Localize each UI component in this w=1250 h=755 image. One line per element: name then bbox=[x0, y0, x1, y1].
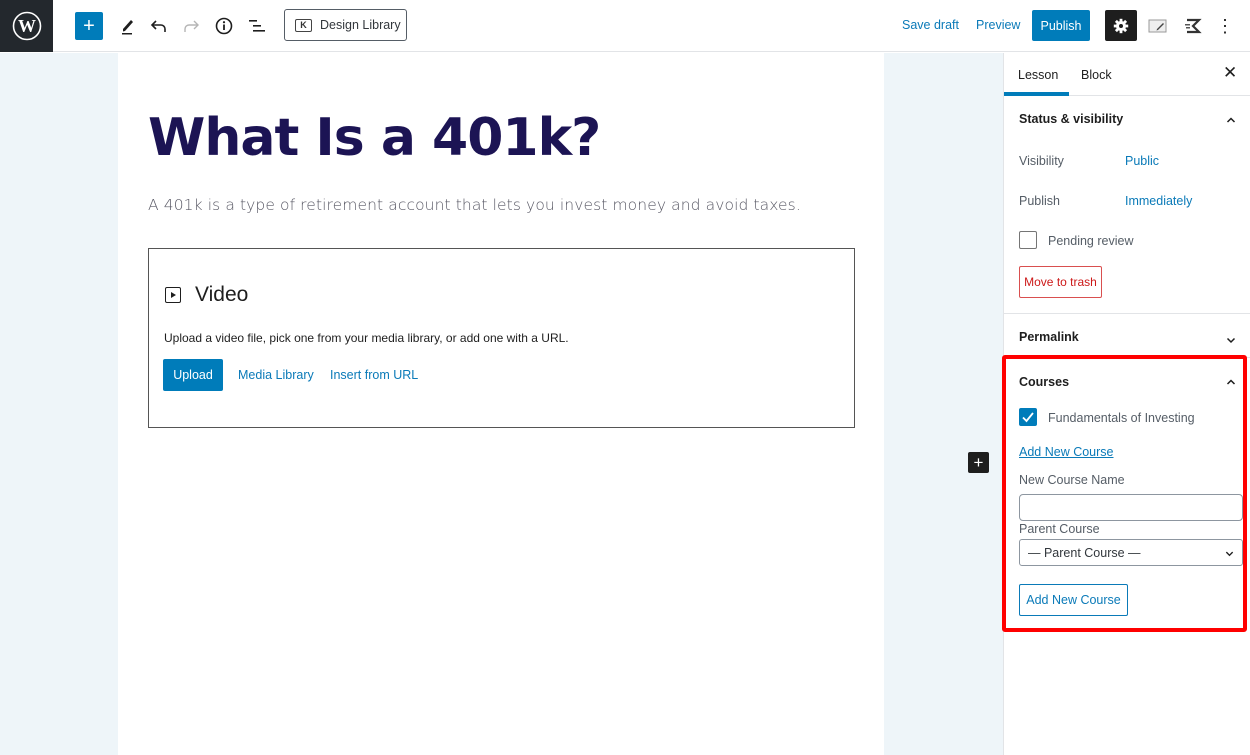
kadence-button[interactable] bbox=[1181, 14, 1205, 38]
sidebar-tabs: Lesson Block ✕ bbox=[1004, 53, 1250, 96]
redo-icon bbox=[184, 20, 199, 32]
plus-icon: + bbox=[83, 15, 95, 37]
design-library-button[interactable]: K Design Library bbox=[284, 9, 407, 41]
courses-panel-toggle[interactable]: Courses bbox=[1019, 375, 1069, 389]
video-block-title: Video bbox=[195, 283, 249, 306]
redo-button[interactable] bbox=[179, 12, 203, 40]
chevron-down-icon bbox=[1225, 551, 1234, 557]
active-tab-indicator bbox=[1004, 92, 1069, 96]
pending-review-label[interactable]: Pending review bbox=[1048, 234, 1133, 248]
undo-icon bbox=[150, 20, 166, 32]
publish-label: Publish bbox=[1019, 194, 1060, 208]
save-draft-button[interactable]: Save draft bbox=[902, 18, 959, 32]
editor-toggle-button[interactable] bbox=[1146, 14, 1170, 38]
plus-icon: + bbox=[973, 453, 984, 472]
list-view-icon bbox=[249, 20, 265, 32]
video-block-instructions: Upload a video file, pick one from your … bbox=[164, 331, 569, 345]
settings-sidebar: Lesson Block ✕ Status & visibility Visib… bbox=[1003, 53, 1250, 755]
svg-text:W: W bbox=[18, 16, 36, 36]
parent-course-label: Parent Course bbox=[1019, 522, 1100, 536]
visibility-toggle[interactable]: Public bbox=[1125, 154, 1159, 168]
video-block-header: Video bbox=[165, 283, 248, 307]
status-visibility-panel-toggle[interactable]: Status & visibility bbox=[1019, 112, 1123, 126]
pending-review-checkbox[interactable] bbox=[1019, 231, 1037, 249]
panel-divider bbox=[1004, 313, 1250, 314]
tools-button[interactable] bbox=[116, 12, 140, 40]
parent-course-selected-value: — Parent Course — bbox=[1028, 545, 1141, 560]
move-to-trash-button[interactable]: Move to trash bbox=[1019, 266, 1102, 298]
pencil-icon bbox=[122, 20, 133, 35]
parent-course-select[interactable]: — Parent Course — bbox=[1019, 539, 1243, 566]
preview-button[interactable]: Preview bbox=[976, 18, 1020, 32]
publish-date-toggle[interactable]: Immediately bbox=[1125, 194, 1192, 208]
undo-button[interactable] bbox=[147, 12, 171, 40]
editor-icon bbox=[1148, 19, 1167, 33]
video-icon bbox=[165, 287, 181, 303]
add-new-course-link[interactable]: Add New Course bbox=[1019, 445, 1114, 459]
gear-icon bbox=[1113, 18, 1129, 33]
new-course-name-label: New Course Name bbox=[1019, 473, 1125, 487]
design-library-icon: K bbox=[295, 18, 312, 32]
details-button[interactable] bbox=[212, 12, 236, 40]
settings-button[interactable] bbox=[1105, 10, 1137, 41]
visibility-label: Visibility bbox=[1019, 154, 1064, 168]
chevron-down-icon[interactable] bbox=[1226, 332, 1236, 344]
post-title[interactable]: What Is a 401k? bbox=[148, 108, 601, 168]
add-block-button[interactable]: + bbox=[75, 12, 103, 40]
paragraph-block[interactable]: A 401k is a type of retirement account t… bbox=[148, 196, 801, 214]
add-new-course-button[interactable]: Add New Course bbox=[1019, 584, 1128, 616]
tab-lesson[interactable]: Lesson bbox=[1018, 68, 1058, 82]
panel-divider bbox=[1004, 357, 1250, 358]
close-sidebar-button[interactable]: ✕ bbox=[1223, 63, 1237, 83]
list-view-button[interactable] bbox=[245, 12, 269, 40]
editor-toolbar: W + K Design Library Save draft Preview … bbox=[0, 0, 1250, 52]
insert-from-url-button[interactable]: Insert from URL bbox=[330, 368, 418, 382]
tab-block[interactable]: Block bbox=[1081, 68, 1112, 82]
course-label[interactable]: Fundamentals of Investing bbox=[1048, 411, 1195, 425]
checkmark-icon bbox=[1022, 412, 1034, 423]
more-options-button[interactable]: ⋮ bbox=[1213, 14, 1237, 38]
video-block[interactable]: Video Upload a video file, pick one from… bbox=[148, 248, 855, 428]
upload-button[interactable]: Upload bbox=[163, 359, 223, 391]
permalink-panel-toggle[interactable]: Permalink bbox=[1019, 330, 1079, 344]
kadence-icon bbox=[1185, 18, 1202, 34]
more-vertical-icon: ⋮ bbox=[1216, 15, 1234, 36]
block-inserter-button[interactable]: + bbox=[968, 452, 989, 473]
info-icon bbox=[215, 17, 233, 35]
chevron-up-icon[interactable] bbox=[1226, 374, 1236, 385]
media-library-button[interactable]: Media Library bbox=[238, 368, 314, 382]
publish-button[interactable]: Publish bbox=[1032, 10, 1090, 41]
wordpress-logo-icon[interactable]: W bbox=[0, 0, 53, 52]
course-checkbox-fundamentals-of-investing[interactable] bbox=[1019, 408, 1037, 426]
new-course-name-input[interactable] bbox=[1019, 494, 1243, 521]
chevron-up-icon[interactable] bbox=[1226, 112, 1236, 123]
design-library-label: Design Library bbox=[320, 18, 401, 32]
